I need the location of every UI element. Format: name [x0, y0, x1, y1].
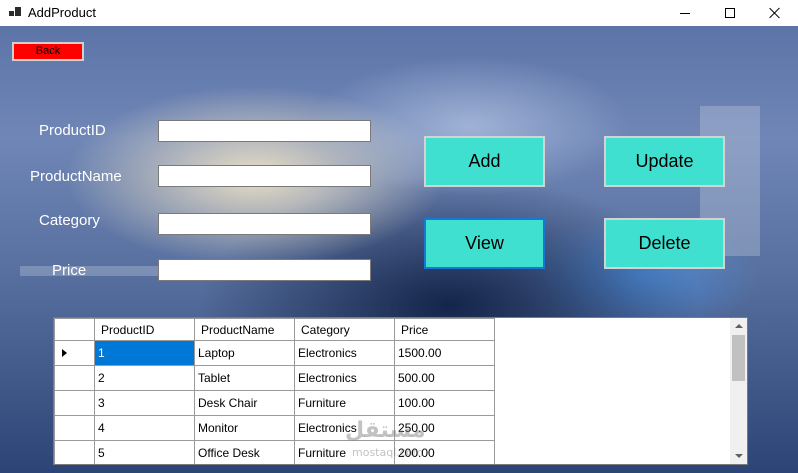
price-input[interactable] [158, 259, 371, 281]
table-row[interactable]: 5 Office Desk Furniture 200.00 [54, 440, 495, 464]
category-label: Category [39, 212, 100, 229]
product-name-input[interactable] [158, 165, 371, 187]
table-cell[interactable]: 2 [94, 365, 195, 391]
close-button[interactable] [752, 0, 798, 26]
product-name-label: ProductName [30, 168, 122, 185]
table-cell[interactable]: 500.00 [394, 365, 495, 391]
product-id-label: ProductID [39, 122, 106, 139]
minimize-icon [680, 12, 690, 14]
update-button[interactable]: Update [604, 136, 725, 187]
column-header-price[interactable]: Price [394, 318, 495, 341]
scroll-down-button[interactable] [730, 448, 747, 464]
maximize-button[interactable] [707, 0, 753, 26]
add-button[interactable]: Add [424, 136, 545, 187]
scrollbar-thumb[interactable] [732, 335, 745, 381]
price-label: Price [52, 262, 87, 279]
row-header[interactable] [54, 340, 95, 366]
products-table: ProductID ProductName Category Price 1 L… [54, 318, 495, 464]
table-row[interactable]: 3 Desk Chair Furniture 100.00 [54, 390, 495, 416]
maximize-icon [725, 8, 735, 18]
table-cell[interactable]: Furniture [294, 390, 395, 416]
grid-header-row: ProductID ProductName Category Price [54, 318, 495, 341]
vertical-scrollbar[interactable] [730, 318, 747, 464]
watermark-logo: مستقل [345, 418, 426, 443]
table-cell[interactable]: Electronics [294, 365, 395, 391]
table-cell[interactable]: 3 [94, 390, 195, 416]
row-header[interactable] [54, 390, 95, 416]
grid-corner-header [54, 318, 95, 341]
app-icon [9, 7, 21, 19]
scroll-down-icon [734, 454, 743, 458]
background-decoration [20, 266, 160, 276]
minimize-button[interactable] [662, 0, 708, 26]
category-input[interactable] [158, 213, 371, 235]
back-button[interactable]: Back [12, 42, 84, 61]
table-cell[interactable]: Tablet [194, 365, 295, 391]
table-cell[interactable]: 4 [94, 415, 195, 441]
product-id-input[interactable] [158, 120, 371, 142]
table-cell[interactable]: 100.00 [394, 390, 495, 416]
table-cell[interactable]: Office Desk [194, 440, 295, 464]
column-header-category[interactable]: Category [294, 318, 395, 341]
table-cell[interactable]: 5 [94, 440, 195, 464]
table-row[interactable]: 4 Monitor Electronics 250.00 [54, 415, 495, 441]
row-header[interactable] [54, 440, 95, 464]
table-cell[interactable]: Laptop [194, 340, 295, 366]
delete-button[interactable]: Delete [604, 218, 725, 269]
scroll-up-button[interactable] [730, 318, 747, 334]
table-cell[interactable]: Electronics [294, 340, 395, 366]
view-button[interactable]: View [424, 218, 545, 269]
title-bar: AddProduct [0, 0, 798, 26]
table-row[interactable]: 1 Laptop Electronics 1500.00 [54, 340, 495, 366]
row-header[interactable] [54, 415, 95, 441]
close-icon [769, 7, 781, 19]
column-header-product-name[interactable]: ProductName [194, 318, 295, 341]
window-title: AddProduct [28, 5, 96, 20]
current-row-arrow-icon [62, 349, 67, 357]
watermark-url: mostaql.com [352, 446, 424, 459]
table-cell[interactable]: 1 [94, 340, 195, 366]
table-cell[interactable]: Monitor [194, 415, 295, 441]
table-cell[interactable]: Desk Chair [194, 390, 295, 416]
scroll-up-icon [734, 324, 743, 328]
row-header[interactable] [54, 365, 95, 391]
column-header-product-id[interactable]: ProductID [94, 318, 195, 341]
table-row[interactable]: 2 Tablet Electronics 500.00 [54, 365, 495, 391]
table-cell[interactable]: 1500.00 [394, 340, 495, 366]
